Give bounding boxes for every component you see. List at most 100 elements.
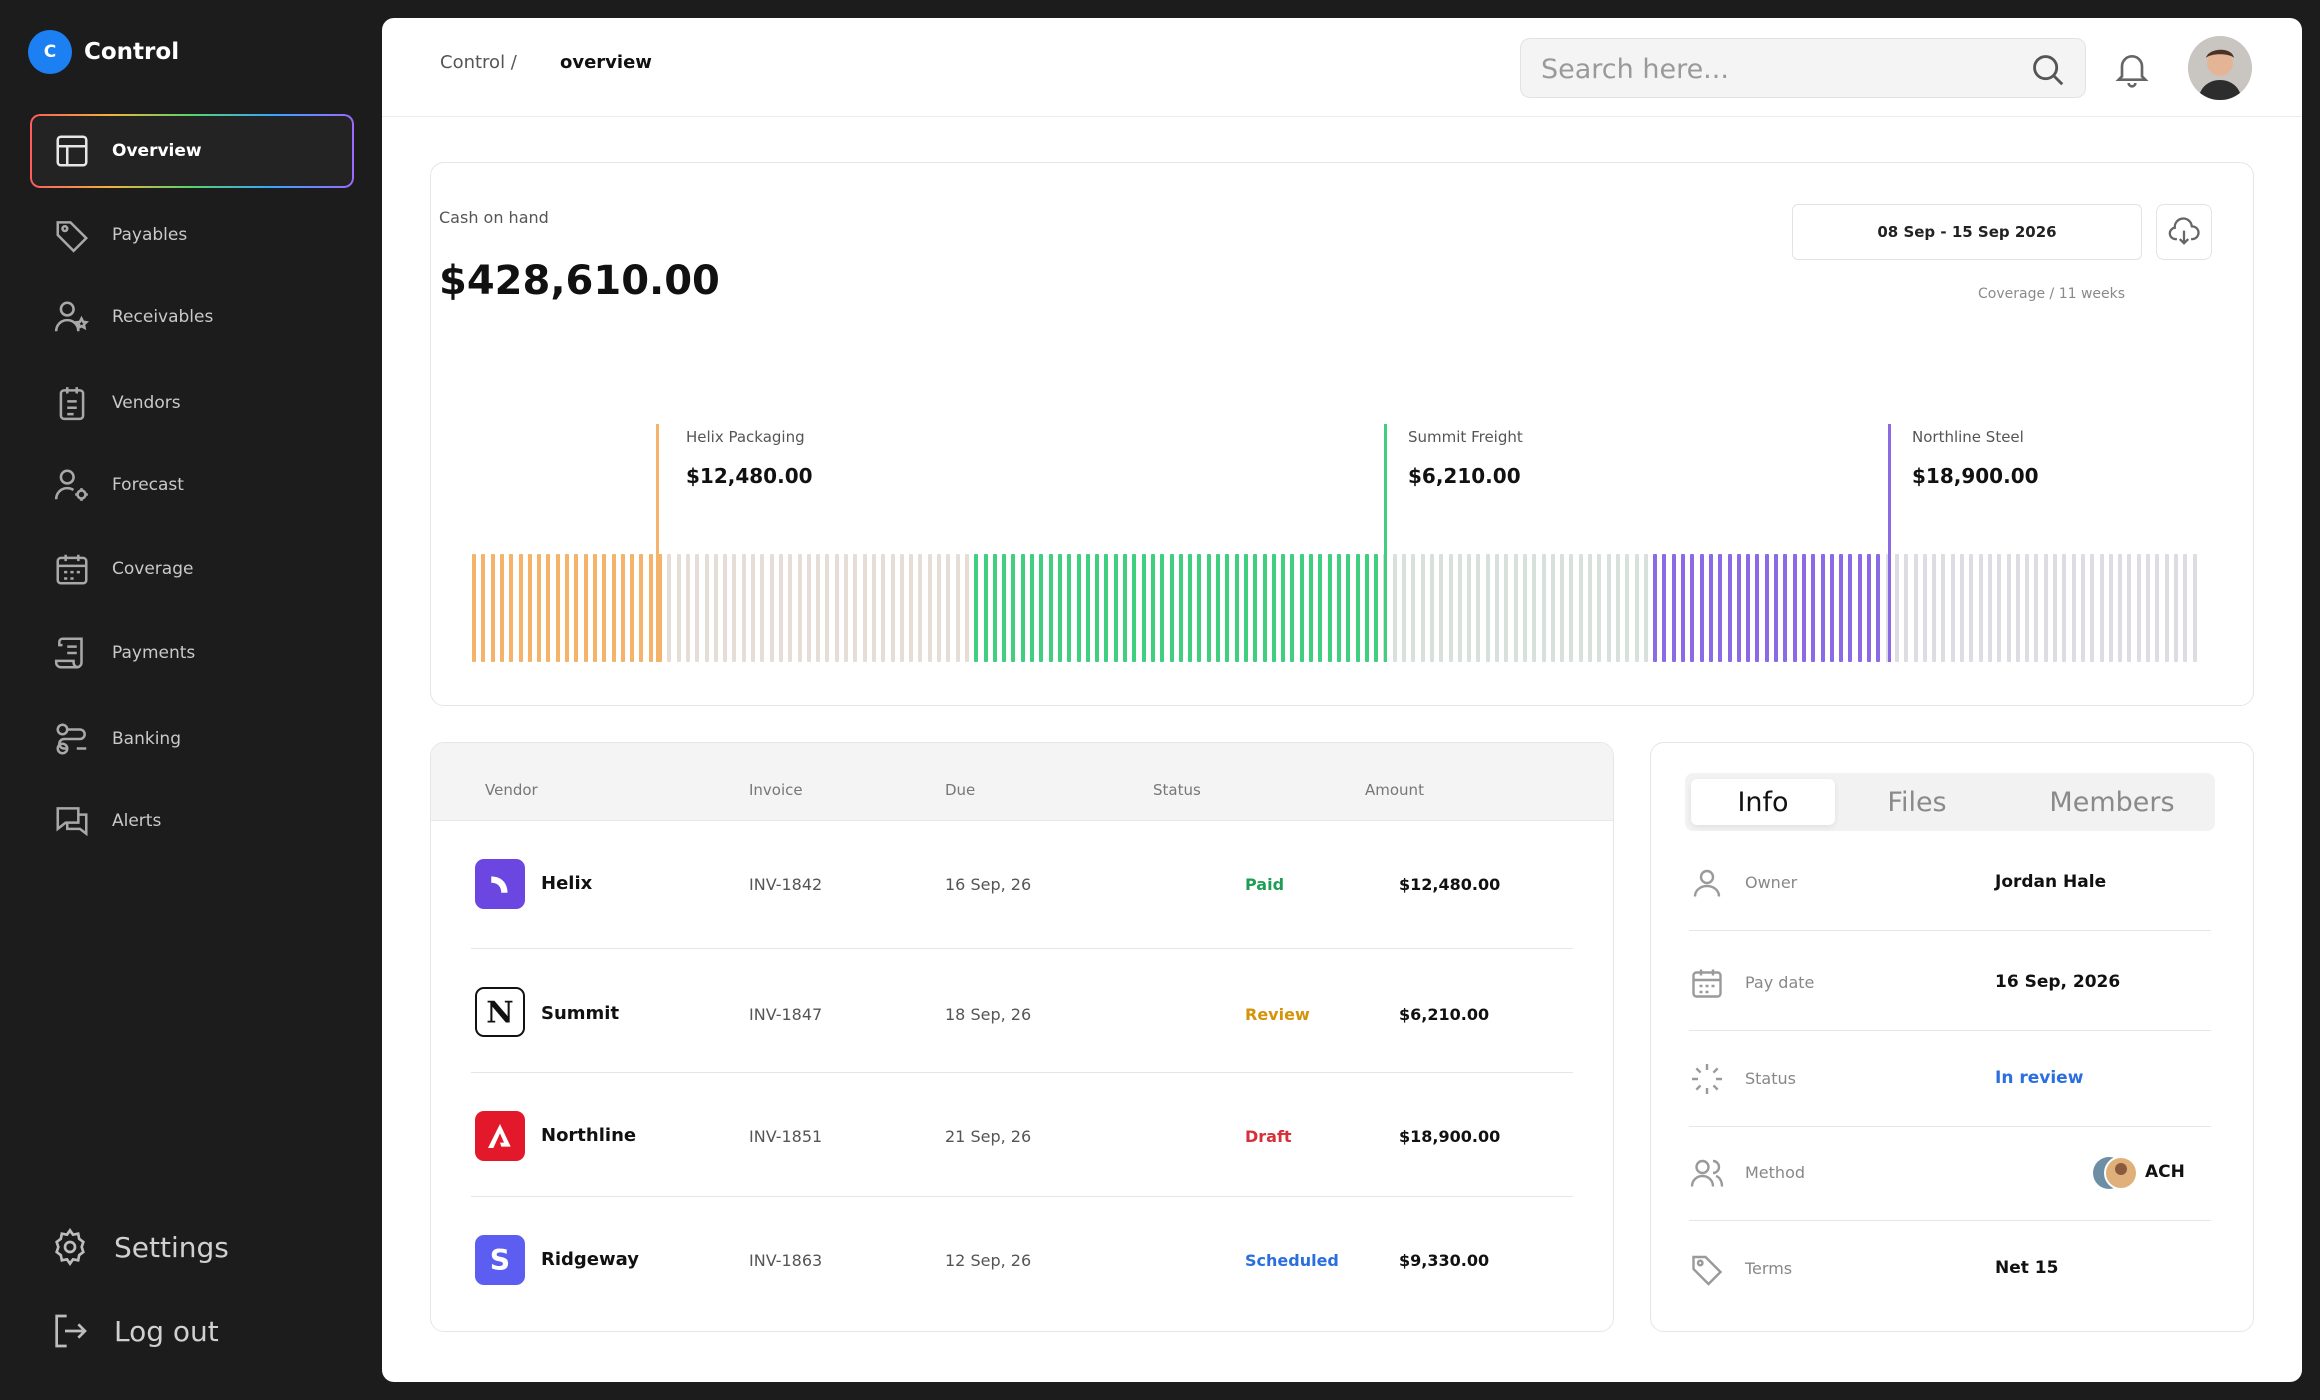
sidebar-item-vendors[interactable]: Vendors — [30, 366, 354, 440]
chart-bar — [1820, 554, 1825, 662]
search-input[interactable] — [1541, 53, 2021, 85]
chart-bar — [704, 554, 709, 662]
table-row[interactable]: Helix INV-1842 16 Sep, 26 Paid $12,480.0… — [471, 821, 1573, 949]
ridgeway-logo-icon: S — [475, 1235, 525, 1285]
chart-bar — [1225, 554, 1230, 662]
chart-bar — [2183, 554, 2188, 662]
topbar: Control / overview — [382, 18, 2302, 117]
clipboard-icon — [52, 383, 92, 423]
sidebar-item-label: Payments — [112, 643, 196, 663]
sidebar-item-overview[interactable]: Overview — [30, 114, 354, 188]
chart-bar — [1355, 554, 1360, 662]
sidebar-item-banking[interactable]: Banking — [30, 702, 354, 776]
user-gear-icon — [52, 465, 92, 505]
chart-bar — [1327, 554, 1332, 662]
vendor-name: Summit — [541, 1003, 620, 1024]
invoice-number: INV-1847 — [749, 1005, 823, 1024]
chart-bar — [974, 554, 979, 662]
table-row[interactable]: Northline INV-1851 21 Sep, 26 Draft $18,… — [471, 1073, 1573, 1197]
avatar[interactable] — [2188, 36, 2252, 100]
sidebar-item-payments[interactable]: Payments — [30, 616, 354, 690]
chart-bar — [1513, 554, 1518, 662]
status-badge: Scheduled — [1245, 1251, 1339, 1270]
chart-bar — [2015, 554, 2020, 662]
chart-bar — [723, 554, 728, 662]
chart-bar — [1894, 554, 1899, 662]
table-row[interactable]: N Summit INV-1847 18 Sep, 26 Review $6,2… — [471, 949, 1573, 1073]
chart-bar — [518, 554, 523, 662]
sidebar-item-receivables[interactable]: Receivables — [30, 280, 354, 354]
breadcrumb-current: overview — [560, 52, 652, 73]
chart-bar — [713, 554, 718, 662]
chart-bar — [1216, 554, 1220, 662]
chart-bar — [816, 554, 821, 662]
chart-bar — [909, 554, 914, 662]
sidebar-item-forecast[interactable]: Forecast — [30, 448, 354, 522]
settings-button[interactable]: Settings — [50, 1226, 229, 1268]
column-header[interactable]: Due — [945, 781, 975, 799]
detail-row-owner: Owner Jordan Hale — [1689, 835, 2211, 931]
sidebar-item-alerts[interactable]: Alerts — [30, 784, 354, 858]
chart-bar — [937, 554, 941, 662]
chart-bar — [1271, 554, 1276, 662]
chart-bar — [2071, 554, 2076, 662]
tag-icon — [1689, 1251, 1725, 1287]
chart-bar — [630, 554, 635, 662]
chart-bar — [1420, 554, 1425, 662]
column-header[interactable]: Amount — [1365, 781, 1424, 799]
chart-bar — [1467, 554, 1472, 662]
column-header[interactable]: Vendor — [485, 781, 538, 799]
chart-bar — [1076, 554, 1081, 662]
chart-bar — [1039, 554, 1044, 662]
tab-info[interactable]: Info — [1691, 779, 1835, 825]
chart-bar — [1708, 554, 1713, 662]
chart-bar — [565, 554, 569, 662]
chart-bar — [1243, 554, 1248, 662]
chat-icon — [52, 801, 92, 841]
tab-files[interactable]: Files — [1845, 779, 1989, 825]
download-button[interactable] — [2156, 204, 2212, 260]
date-range-picker[interactable]: 08 Sep - 15 Sep 2026 — [1792, 204, 2142, 260]
chart-bar — [1857, 554, 1862, 662]
chart-bar — [1290, 554, 1295, 662]
chart-bar — [1718, 554, 1723, 662]
brand[interactable]: C Control — [28, 30, 179, 74]
chart-bar — [788, 554, 793, 662]
sidebar-item-coverage[interactable]: Coverage — [30, 532, 354, 606]
logout-button[interactable]: Log out — [50, 1310, 219, 1352]
chart-bar — [1281, 554, 1286, 662]
tab-members[interactable]: Members — [2015, 779, 2209, 825]
detail-label: Status — [1745, 1069, 1796, 1088]
logout-label: Log out — [114, 1314, 219, 1348]
chart-bar — [1374, 554, 1379, 662]
column-header[interactable]: Invoice — [749, 781, 803, 799]
route-icon — [52, 719, 92, 759]
sidebar-item-label: Overview — [112, 141, 202, 161]
chart-bar — [1402, 554, 1406, 662]
sidebar-item-label: Coverage — [112, 559, 194, 579]
chart-bar — [1736, 554, 1741, 662]
chart-bar — [1960, 554, 1964, 662]
chart-bar — [1560, 554, 1565, 662]
chart-bar — [1801, 554, 1806, 662]
sidebar-item-payables[interactable]: Payables — [30, 198, 354, 272]
chart-bar — [1532, 554, 1537, 662]
chart-bar — [778, 554, 783, 662]
detail-value: ACH — [2145, 1162, 2185, 1182]
amount: $9,330.00 — [1399, 1251, 1490, 1270]
search-icon[interactable] — [2029, 51, 2067, 89]
chart-bar — [751, 554, 755, 662]
chart-bar — [2006, 554, 2011, 662]
bell-icon[interactable] — [2112, 46, 2152, 90]
chart-bar — [1904, 554, 1909, 662]
marker-name: Helix Packaging — [686, 428, 805, 446]
table-row[interactable]: S Ridgeway INV-1863 12 Sep, 26 Scheduled… — [471, 1197, 1573, 1321]
chart-bar — [825, 554, 830, 662]
chart-bar — [620, 554, 625, 662]
sidebar-item-label: Payables — [112, 225, 188, 245]
chart-bar — [1634, 554, 1639, 662]
search-box — [1520, 38, 2086, 98]
column-header[interactable]: Status — [1153, 781, 1201, 799]
chart-bar — [1104, 554, 1109, 662]
breadcrumb-root[interactable]: Control / — [440, 52, 517, 73]
